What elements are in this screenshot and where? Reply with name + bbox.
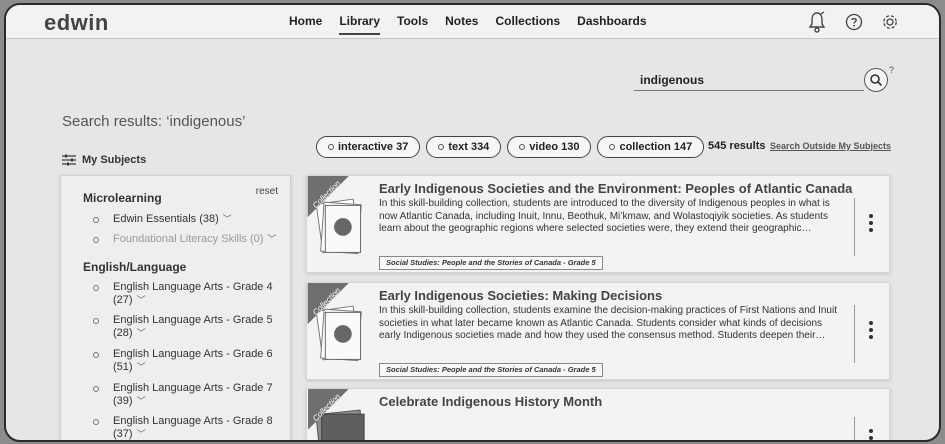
radio-icon — [519, 144, 526, 150]
nav-library[interactable]: Library — [339, 14, 381, 35]
radio-icon — [438, 144, 445, 150]
subject-ela-grade-6[interactable]: English Language Arts - Grade 6 (51) ﹀ — [93, 348, 273, 374]
filter-sliders-icon — [62, 154, 76, 166]
subject-ela-grade-4[interactable]: English Language Arts - Grade 4 (27) ﹀ — [93, 281, 273, 307]
card-title[interactable]: Early Indigenous Societies and the Envir… — [379, 181, 852, 196]
nav-home[interactable]: Home — [289, 14, 322, 35]
filter-interactive[interactable]: interactive 37 — [316, 136, 421, 158]
my-subjects-toggle[interactable]: My Subjects — [62, 154, 146, 166]
top-navigation: edwin Home Library Tools Notes Collectio… — [6, 5, 939, 39]
nav-dashboards[interactable]: Dashboards — [577, 14, 646, 35]
nav-tools[interactable]: Tools — [397, 14, 428, 35]
subject-ela-grade-5[interactable]: English Language Arts - Grade 5 (28) ﹀ — [93, 314, 273, 340]
chevron-down-icon: ﹀ — [136, 362, 146, 372]
subject-ela-grade-8[interactable]: English Language Arts - Grade 8 (37) ﹀ — [93, 415, 273, 440]
chevron-down-icon: ﹀ — [136, 295, 146, 305]
notification-bell-icon[interactable] — [807, 11, 827, 33]
filter-text[interactable]: text 334 — [426, 136, 502, 158]
card-divider — [854, 305, 855, 363]
subject-edwin-essentials[interactable]: Edwin Essentials (38) ﹀ — [93, 213, 232, 226]
radio-icon — [93, 318, 99, 324]
subject-ela-grade-7[interactable]: English Language Arts - Grade 7 (39) ﹀ — [93, 382, 273, 408]
search-icon — [870, 74, 883, 87]
help-icon[interactable] — [845, 13, 863, 31]
collection-thumbnail — [307, 283, 371, 379]
search-button[interactable] — [864, 68, 888, 92]
search-input[interactable] — [634, 69, 864, 91]
card-description: In this skill-building collection, stude… — [379, 305, 837, 341]
card-description: In this skill-building collection, stude… — [379, 198, 830, 234]
radio-icon — [93, 386, 99, 392]
subjects-sidebar: Microlearning reset Edwin Essentials (38… — [60, 175, 291, 440]
radio-icon — [93, 285, 99, 291]
card-title[interactable]: Celebrate Indigenous History Month — [379, 394, 602, 409]
more-options-icon[interactable] — [867, 214, 875, 232]
card-divider — [854, 417, 855, 440]
results-count: 545 results — [708, 140, 766, 152]
radio-icon — [93, 419, 99, 425]
filter-collection[interactable]: collection 147 — [597, 136, 705, 158]
subject-foundational-literacy[interactable]: Foundational Literacy Skills (0) ﹀ — [93, 233, 276, 246]
nav-collections[interactable]: Collections — [495, 14, 560, 35]
card-title[interactable]: Early Indigenous Societies: Making Decis… — [379, 288, 662, 303]
chevron-down-icon: ﹀ — [222, 214, 232, 224]
nav-icon-group — [807, 11, 899, 33]
chevron-down-icon: ﹀ — [267, 234, 277, 244]
chevron-down-icon: ﹀ — [136, 396, 146, 406]
search-outside-link[interactable]: Search Outside My Subjects — [770, 141, 891, 151]
search-results-title: Search results: ‘indigenous’ — [62, 113, 246, 130]
chevron-down-icon: ﹀ — [136, 328, 146, 338]
radio-icon — [93, 237, 99, 243]
search-help-icon[interactable]: ? — [889, 65, 894, 75]
section-microlearning: Microlearning — [83, 191, 162, 205]
card-divider — [854, 198, 855, 256]
more-options-icon[interactable] — [867, 429, 875, 440]
reset-link[interactable]: reset — [256, 186, 278, 197]
radio-icon — [93, 217, 99, 223]
section-english-language: English/Language — [83, 260, 187, 274]
main-nav: Home Library Tools Notes Collections Das… — [289, 14, 664, 35]
more-options-icon[interactable] — [867, 321, 875, 339]
filter-pills: interactive 37 text 334 video 130 collec… — [316, 136, 705, 158]
result-card[interactable]: Collection Early Indigenous Societies an… — [306, 175, 890, 273]
collection-thumbnail — [307, 176, 371, 272]
radio-icon — [609, 144, 616, 150]
app-window: edwin Home Library Tools Notes Collectio… — [4, 3, 941, 442]
edwin-logo[interactable]: edwin — [44, 10, 109, 36]
card-subject-tag: Social Studies: People and the Stories o… — [379, 256, 603, 270]
card-subject-tag: Social Studies: People and the Stories o… — [379, 363, 603, 377]
radio-icon — [328, 144, 334, 150]
result-card[interactable]: Collection Celebrate Indigenous History … — [306, 388, 890, 440]
settings-gear-icon[interactable] — [881, 13, 899, 31]
nav-notes[interactable]: Notes — [445, 14, 478, 35]
filter-video[interactable]: video 130 — [507, 136, 592, 158]
result-card[interactable]: Collection Early Indigenous Societies: M… — [306, 282, 890, 380]
radio-icon — [93, 352, 99, 358]
chevron-down-icon: ﹀ — [136, 429, 146, 439]
